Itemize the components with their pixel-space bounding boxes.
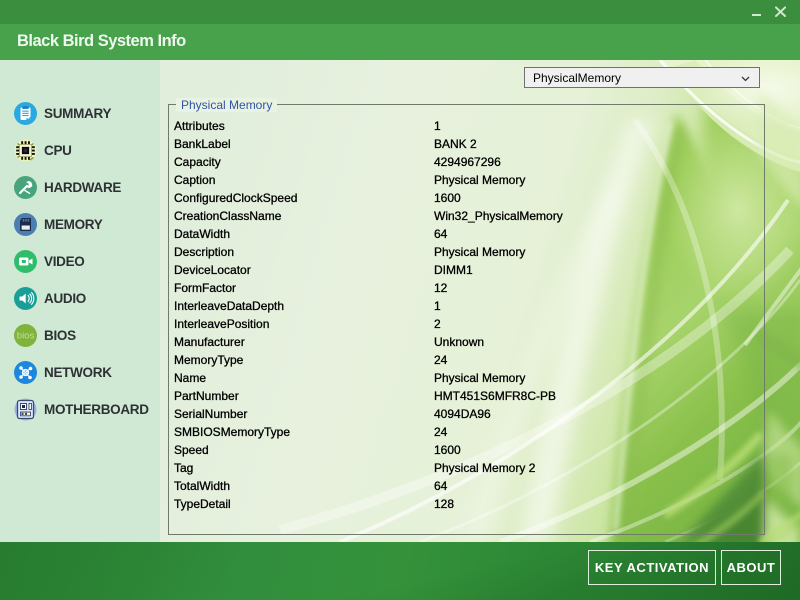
svg-text:bios: bios [17,330,35,341]
